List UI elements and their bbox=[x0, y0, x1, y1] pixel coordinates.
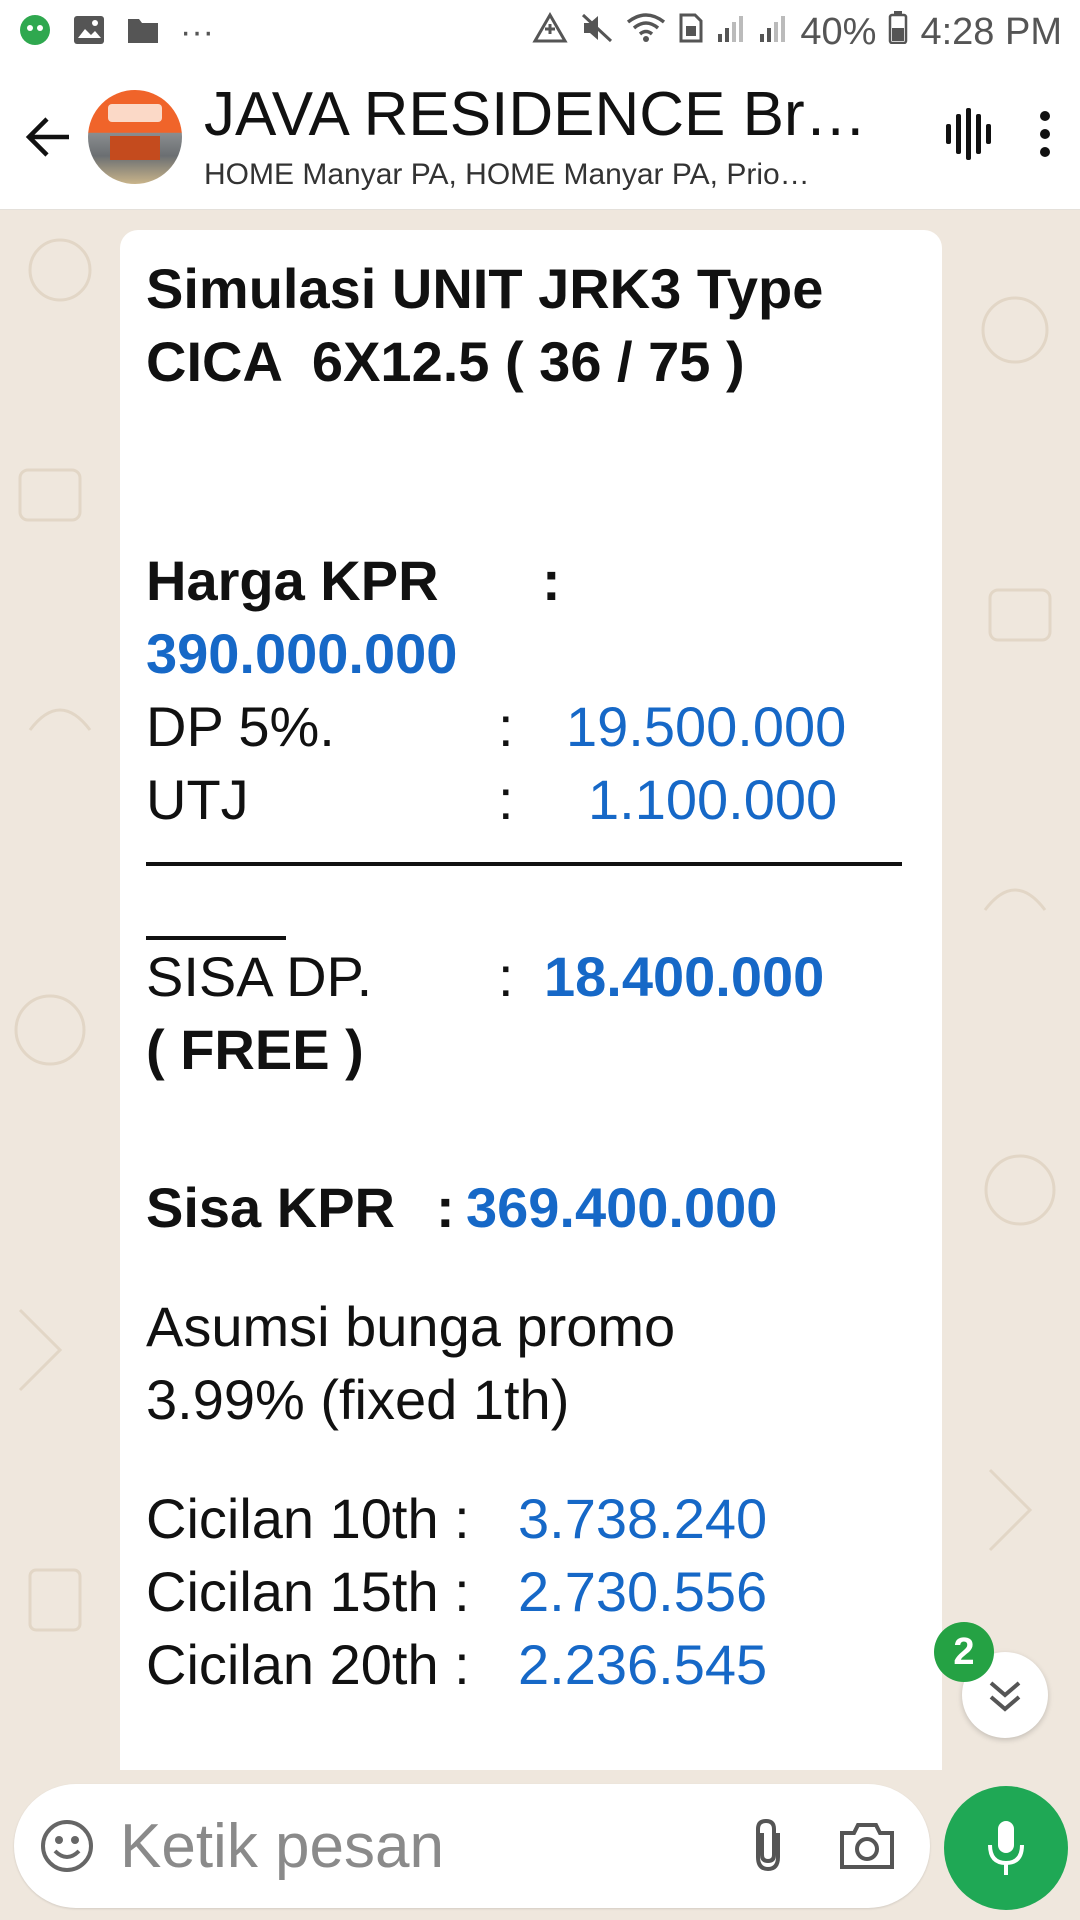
cicilan-value: 2.236.545 bbox=[518, 1633, 768, 1696]
sisa-dp-label: SISA DP. bbox=[146, 945, 373, 1008]
wifi-icon bbox=[626, 11, 666, 54]
harga-kpr-label: Harga KPR bbox=[146, 549, 439, 612]
overflow-menu-button[interactable] bbox=[1038, 110, 1052, 163]
harga-kpr-value: 390.000.000 bbox=[146, 622, 458, 685]
cicilan-value: 3.738.240 bbox=[518, 1487, 768, 1550]
dp-colon: : bbox=[498, 695, 514, 758]
sisa-dp-value: 18.400.000 bbox=[544, 945, 825, 1008]
cicilan-label: Cicilan 15th : bbox=[146, 1560, 470, 1623]
camera-button[interactable] bbox=[838, 1821, 896, 1871]
message-heading-line2: CICA 6X12.5 ( 36 / 75 ) bbox=[146, 330, 745, 393]
paperclip-icon bbox=[756, 1818, 780, 1872]
divider-line bbox=[146, 862, 902, 866]
status-bar: ··· 40% 4:28 PM bbox=[0, 0, 1080, 64]
free-label: ( FREE ) bbox=[146, 1018, 364, 1081]
dp-label: DP 5%. bbox=[146, 695, 335, 758]
arrow-left-icon bbox=[25, 116, 69, 157]
unread-count-badge: 2 bbox=[934, 1622, 994, 1682]
sisa-kpr-label: Sisa KPR bbox=[146, 1176, 395, 1239]
app-notification-icon bbox=[18, 13, 52, 52]
message-bubble[interactable]: Simulasi UNIT JRK3 Type CICA 6X12.5 ( 36… bbox=[120, 230, 942, 1770]
voice-call-button[interactable] bbox=[944, 106, 994, 167]
message-heading-line1: Simulasi UNIT JRK3 Type bbox=[146, 257, 824, 320]
cicilan-label: Cicilan 20th : bbox=[146, 1633, 470, 1696]
audio-wave-icon bbox=[946, 108, 991, 160]
camera-icon bbox=[840, 1823, 894, 1869]
voice-message-button[interactable] bbox=[944, 1786, 1068, 1910]
message-composer: Ketik pesan bbox=[14, 1784, 930, 1908]
utj-value: 1.100.000 bbox=[588, 768, 838, 831]
chat-participants: HOME Manyar PA, HOME Manyar PA, Prio… bbox=[204, 157, 810, 191]
battery-percent: 40% bbox=[800, 10, 877, 53]
double-chevron-down-icon bbox=[989, 1681, 1021, 1712]
attach-button[interactable] bbox=[748, 1817, 788, 1875]
cicilan-label: Cicilan 10th : bbox=[146, 1487, 470, 1550]
cicilan-value: 2.730.556 bbox=[518, 1560, 768, 1623]
bunga-line1: Asumsi bunga promo bbox=[146, 1295, 676, 1358]
cicilan-row: Cicilan 20th : 2.236.545 bbox=[146, 1628, 918, 1701]
emoji-icon bbox=[41, 1820, 93, 1872]
mute-icon bbox=[580, 11, 614, 54]
sisa-dp-colon: : bbox=[498, 945, 514, 1008]
chat-title: JAVA RESIDENCE Br… bbox=[204, 79, 867, 149]
dp-value: 19.500.000 bbox=[566, 695, 847, 758]
sisa-kpr-colon: : bbox=[436, 1176, 455, 1239]
folder-icon bbox=[126, 15, 160, 50]
utj-label: UTJ bbox=[146, 768, 249, 831]
signal-icon-1 bbox=[716, 11, 746, 54]
more-vertical-icon bbox=[1040, 111, 1050, 157]
chat-area[interactable]: Simulasi UNIT JRK3 Type CICA 6X12.5 ( 36… bbox=[0, 210, 1080, 1770]
signal-icon-2 bbox=[758, 11, 788, 54]
more-notifications-icon: ··· bbox=[180, 12, 214, 51]
bunga-line2: 3.99% (fixed 1th) bbox=[146, 1368, 570, 1431]
utj-colon: : bbox=[498, 768, 514, 831]
gallery-icon bbox=[72, 14, 106, 51]
sim-icon bbox=[678, 11, 704, 54]
cicilan-row: Cicilan 15th : 2.730.556 bbox=[146, 1555, 918, 1628]
data-saver-icon bbox=[532, 11, 569, 54]
group-avatar[interactable] bbox=[88, 89, 182, 184]
emoji-button[interactable] bbox=[40, 1819, 94, 1873]
message-input[interactable]: Ketik pesan bbox=[120, 1811, 748, 1882]
chat-title-area[interactable]: JAVA RESIDENCE Br… HOME Manyar PA, HOME … bbox=[204, 79, 884, 195]
harga-kpr-colon: : bbox=[542, 549, 561, 612]
microphone-icon bbox=[988, 1821, 1024, 1875]
back-button[interactable] bbox=[14, 102, 84, 172]
clock: 4:28 PM bbox=[920, 10, 1062, 53]
cicilan-row: Cicilan 10th : 3.738.240 bbox=[146, 1482, 918, 1555]
battery-icon bbox=[888, 10, 908, 54]
sisa-kpr-value: 369.400.000 bbox=[466, 1176, 778, 1239]
chat-header: JAVA RESIDENCE Br… HOME Manyar PA, HOME … bbox=[0, 64, 1080, 210]
